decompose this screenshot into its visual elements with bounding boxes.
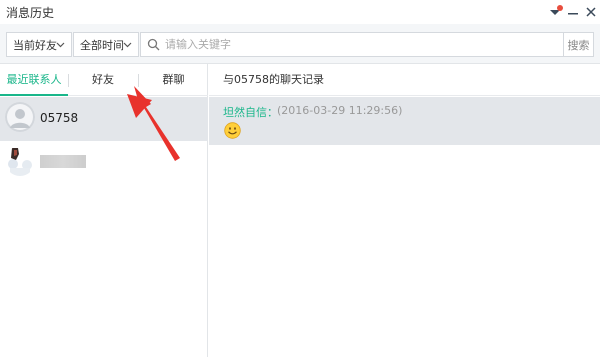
message-item[interactable]: 坦然自信： (2016-03-29 11:29:56) [209, 97, 600, 145]
chat-history-panel: 与05758的聊天记录 坦然自信： (2016-03-29 11:29:56) [209, 64, 600, 357]
blurred-contact-name [40, 155, 86, 168]
time-filter-select[interactable]: 全部时间 [73, 32, 139, 57]
window-title: 消息历史 [6, 6, 55, 20]
close-icon[interactable] [582, 2, 600, 22]
tab-recent-contacts[interactable]: 最近联系人 [0, 64, 68, 96]
chat-history-header: 与05758的聊天记录 [209, 64, 600, 96]
time-filter-label: 全部时间 [80, 38, 124, 52]
avatar [5, 102, 35, 132]
search-button[interactable]: 搜索 [564, 32, 594, 57]
chevron-down-icon [56, 42, 65, 48]
friend-filter-label: 当前好友 [13, 38, 57, 52]
message-timestamp: (2016-03-29 11:29:56) [277, 104, 403, 117]
contact-tabs: 最近联系人 好友 群聊 [0, 64, 208, 96]
contact-item[interactable]: 05758 [0, 97, 208, 141]
search-input[interactable] [165, 36, 555, 53]
search-icon [147, 38, 160, 51]
contacts-panel: 最近联系人 好友 群聊 05758 [0, 64, 208, 357]
message-sender: 坦然自信： [223, 106, 278, 119]
friend-filter-select[interactable]: 当前好友 [6, 32, 72, 57]
window-controls [546, 0, 600, 24]
chevron-down-icon [123, 42, 132, 48]
search-box [140, 32, 564, 57]
contact-item[interactable] [0, 141, 208, 185]
avatar [5, 146, 35, 176]
tab-group-chats[interactable]: 群聊 [139, 64, 208, 96]
smile-emoji-icon [224, 122, 241, 139]
filter-toolbar: 当前好友 全部时间 搜索 [0, 24, 600, 64]
minimize-icon[interactable] [564, 2, 582, 22]
tab-friends[interactable]: 好友 [69, 64, 137, 96]
contact-name: 05758 [40, 111, 79, 125]
dropdown-icon[interactable] [546, 2, 564, 22]
title-bar: 消息历史 [0, 0, 600, 24]
